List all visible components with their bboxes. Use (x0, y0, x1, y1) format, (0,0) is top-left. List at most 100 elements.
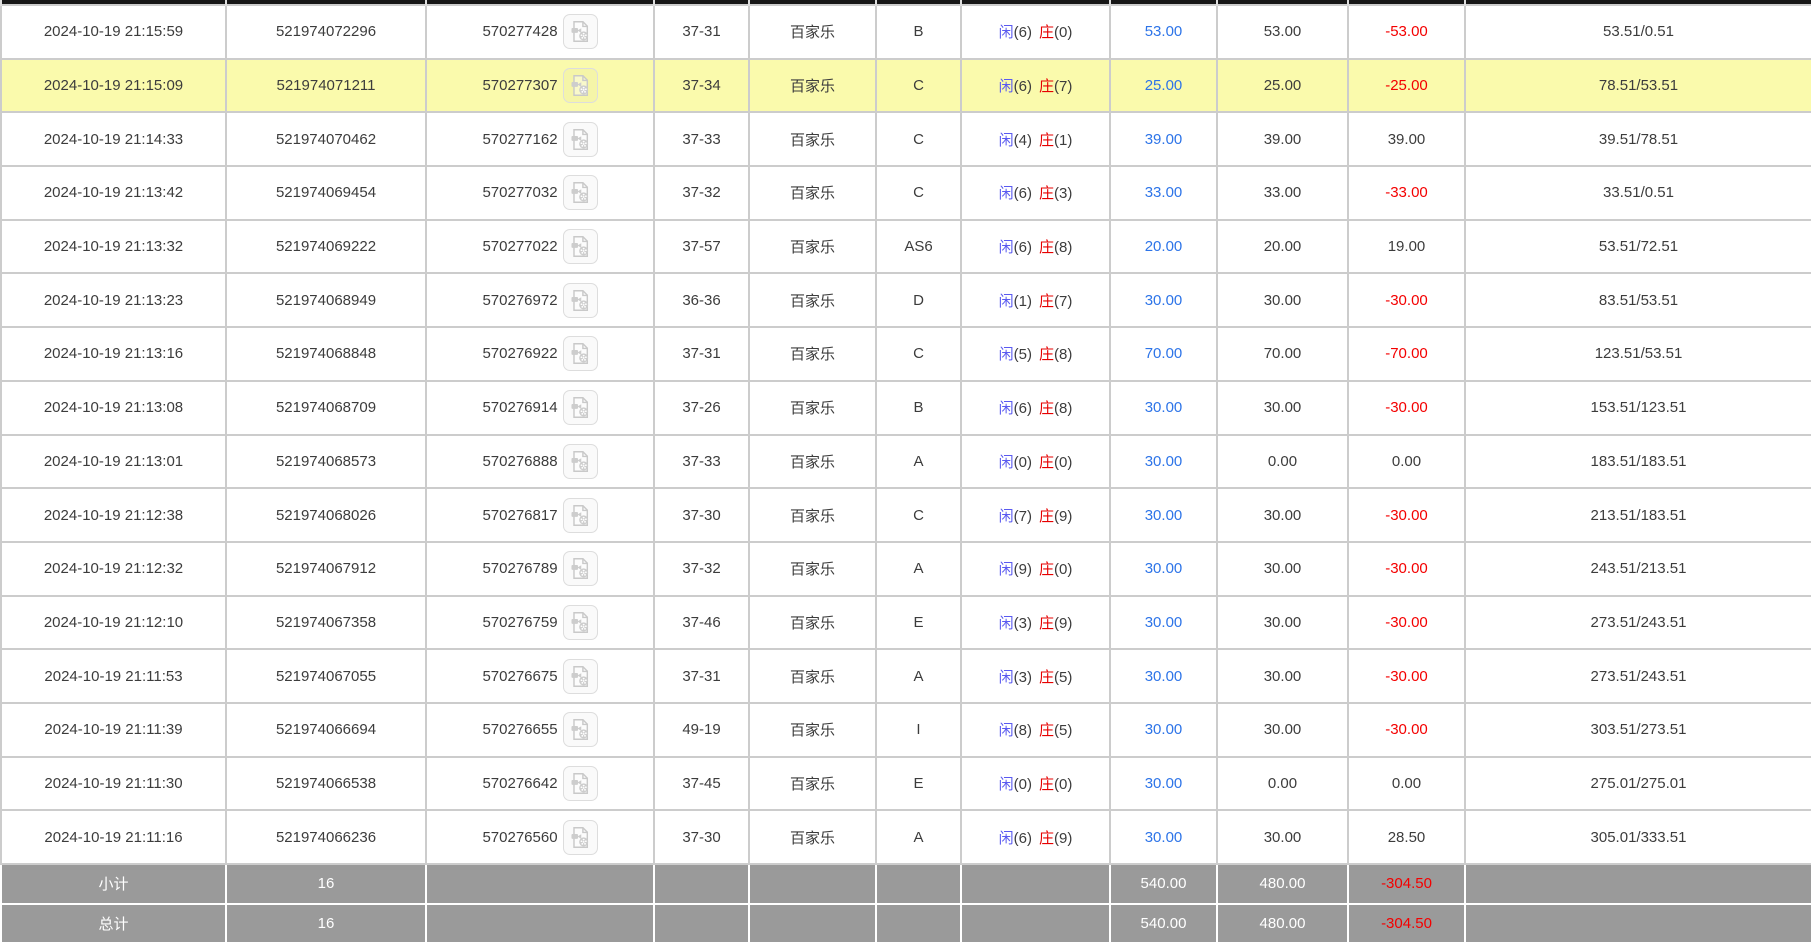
round-id-cell: 570276922 (426, 327, 654, 381)
video-replay-button[interactable] (563, 712, 598, 747)
round-id-text: 570276759 (482, 614, 557, 631)
player-count: (6) (1014, 78, 1032, 95)
table-row[interactable]: 2024-10-19 21:13:42 521974069454 5702770… (1, 166, 1811, 220)
table-row[interactable]: 2024-10-19 21:15:09 521974071211 5702773… (1, 59, 1811, 113)
player-banker-cell: 闲(8)庄(5) (961, 703, 1110, 757)
summary-empty-cell (1465, 864, 1811, 904)
table-row[interactable]: 2024-10-19 21:12:10 521974067358 5702767… (1, 596, 1811, 650)
table-code-cell: AS6 (876, 220, 961, 274)
player-banker-cell: 闲(9)庄(0) (961, 542, 1110, 596)
video-replay-button[interactable] (563, 336, 598, 371)
table-row[interactable]: 2024-10-19 21:13:16 521974068848 5702769… (1, 327, 1811, 381)
table-code-cell: I (876, 703, 961, 757)
player-count: (0) (1014, 454, 1032, 471)
video-film-document-icon (569, 20, 592, 43)
round-id-cell: 570276759 (426, 596, 654, 650)
table-code-cell: C (876, 59, 961, 113)
winloss-cell: 39.00 (1348, 112, 1465, 166)
score-cell: 49-19 (654, 703, 749, 757)
winloss-cell: -30.00 (1348, 381, 1465, 435)
table-row[interactable]: 2024-10-19 21:11:16 521974066236 5702765… (1, 810, 1811, 864)
video-replay-button[interactable] (563, 283, 598, 318)
video-replay-button[interactable] (563, 659, 598, 694)
bet-amount-cell: 30.00 (1110, 810, 1217, 864)
summary-valid-cell: 480.00 (1217, 904, 1348, 943)
banker-label: 庄 (1039, 293, 1054, 310)
table-row[interactable]: 2024-10-19 21:12:38 521974068026 5702768… (1, 488, 1811, 542)
table-row[interactable]: 2024-10-19 21:11:30 521974066538 5702766… (1, 757, 1811, 811)
summary-empty-cell (1465, 904, 1811, 943)
table-code-cell: C (876, 166, 961, 220)
score-cell: 37-33 (654, 435, 749, 489)
valid-amount-cell: 70.00 (1217, 327, 1348, 381)
table-row[interactable]: 2024-10-19 21:12:32 521974067912 5702767… (1, 542, 1811, 596)
balance-cell: 305.01/333.51 (1465, 810, 1811, 864)
time-cell: 2024-10-19 21:12:32 (1, 542, 226, 596)
table-row[interactable]: 2024-10-19 21:13:08 521974068709 5702769… (1, 381, 1811, 435)
player-label: 闲 (999, 24, 1014, 41)
video-replay-button[interactable] (563, 444, 598, 479)
winloss-cell: 28.50 (1348, 810, 1465, 864)
summary-row: 小计 16 540.00 480.00 -304.50 (1, 864, 1811, 904)
video-replay-button[interactable] (563, 498, 598, 533)
bet-id-cell: 521974068573 (226, 435, 426, 489)
winloss-cell: -30.00 (1348, 488, 1465, 542)
video-replay-button[interactable] (563, 14, 598, 49)
player-label: 闲 (999, 132, 1014, 149)
time-cell: 2024-10-19 21:13:42 (1, 166, 226, 220)
summary-empty-cell (876, 904, 961, 943)
score-cell: 36-36 (654, 273, 749, 327)
table-row[interactable]: 2024-10-19 21:11:39 521974066694 5702766… (1, 703, 1811, 757)
bet-amount-cell: 33.00 (1110, 166, 1217, 220)
game-cell: 百家乐 (749, 220, 876, 274)
table-row[interactable]: 2024-10-19 21:13:32 521974069222 5702770… (1, 220, 1811, 274)
game-cell: 百家乐 (749, 703, 876, 757)
score-cell: 37-31 (654, 327, 749, 381)
table-row[interactable]: 2024-10-19 21:14:33 521974070462 5702771… (1, 112, 1811, 166)
table-row[interactable]: 2024-10-19 21:11:53 521974067055 5702766… (1, 649, 1811, 703)
player-count: (1) (1014, 293, 1032, 310)
table-row[interactable]: 2024-10-19 21:13:23 521974068949 5702769… (1, 273, 1811, 327)
banker-count: (9) (1054, 615, 1072, 632)
video-replay-button[interactable] (563, 390, 598, 425)
bet-amount-cell: 25.00 (1110, 59, 1217, 113)
time-cell: 2024-10-19 21:13:16 (1, 327, 226, 381)
bet-id-cell: 521974071211 (226, 59, 426, 113)
video-replay-button[interactable] (563, 820, 598, 855)
video-film-document-icon (569, 557, 592, 580)
table-row[interactable]: 2024-10-19 21:15:59 521974072296 5702774… (1, 5, 1811, 59)
balance-cell: 243.51/213.51 (1465, 542, 1811, 596)
banker-count: (9) (1054, 508, 1072, 525)
time-cell: 2024-10-19 21:15:09 (1, 59, 226, 113)
valid-amount-cell: 0.00 (1217, 757, 1348, 811)
banker-label: 庄 (1039, 346, 1054, 363)
video-replay-button[interactable] (563, 551, 598, 586)
valid-amount-cell: 33.00 (1217, 166, 1348, 220)
banker-label: 庄 (1039, 669, 1054, 686)
video-replay-button[interactable] (563, 229, 598, 264)
summary-bet-cell: 540.00 (1110, 904, 1217, 943)
banker-count: (8) (1054, 239, 1072, 256)
score-cell: 37-34 (654, 59, 749, 113)
game-cell: 百家乐 (749, 381, 876, 435)
round-id-cell: 570277307 (426, 59, 654, 113)
player-label: 闲 (999, 722, 1014, 739)
bet-id-cell: 521974072296 (226, 5, 426, 59)
banker-label: 庄 (1039, 776, 1054, 793)
player-count: (7) (1014, 508, 1032, 525)
round-id-text: 570276675 (482, 668, 557, 685)
video-replay-button[interactable] (563, 122, 598, 157)
video-replay-button[interactable] (563, 766, 598, 801)
valid-amount-cell: 30.00 (1217, 703, 1348, 757)
table-row[interactable]: 2024-10-19 21:13:01 521974068573 5702768… (1, 435, 1811, 489)
time-cell: 2024-10-19 21:15:59 (1, 5, 226, 59)
winloss-cell: -30.00 (1348, 649, 1465, 703)
table-code-cell: C (876, 112, 961, 166)
player-label: 闲 (999, 293, 1014, 310)
balance-cell: 273.51/243.51 (1465, 649, 1811, 703)
video-replay-button[interactable] (563, 68, 598, 103)
player-count: (6) (1014, 185, 1032, 202)
score-cell: 37-32 (654, 542, 749, 596)
video-replay-button[interactable] (563, 175, 598, 210)
video-replay-button[interactable] (563, 605, 598, 640)
